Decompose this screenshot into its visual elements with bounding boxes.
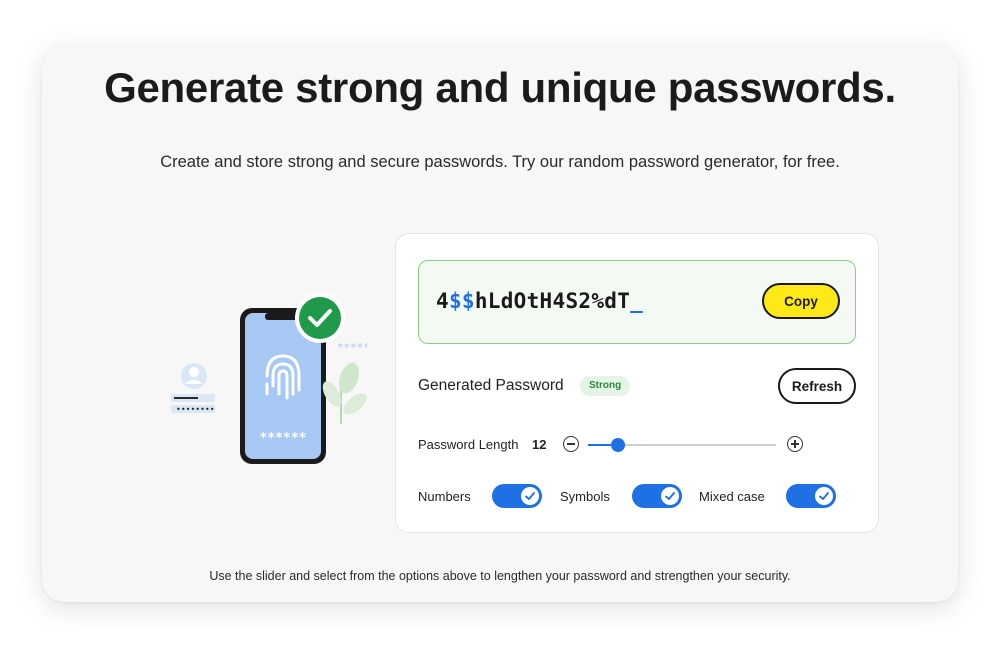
toggle-knob <box>815 487 833 505</box>
generated-password-label: Generated Password <box>418 377 564 394</box>
check-icon <box>525 492 535 500</box>
symbols-toggle[interactable] <box>632 484 682 508</box>
footer-hint: Use the slider and select from the optio… <box>209 569 791 583</box>
phone-masked-password: ****** <box>260 431 307 446</box>
password-length-label: Password Length <box>418 437 519 452</box>
page-title: Generate strong and unique passwords. <box>104 64 896 111</box>
password-part: 4 <box>436 289 449 313</box>
plant-icon <box>322 362 367 424</box>
user-login-icon: •••••••• <box>171 363 215 414</box>
strength-badge: Strong <box>580 376 631 396</box>
numbers-toggle[interactable] <box>492 484 542 508</box>
svg-text:••••••••: •••••••• <box>176 405 215 414</box>
mixed-case-toggle[interactable] <box>786 484 836 508</box>
generated-password-text[interactable]: 4$$hLdOtH4S2%dT_ <box>436 289 643 313</box>
mixed-case-option-label: Mixed case <box>699 489 765 504</box>
length-slider-thumb[interactable] <box>611 438 626 452</box>
password-symbols: $$ <box>448 289 475 313</box>
refresh-button[interactable]: Refresh <box>778 368 856 404</box>
check-icon <box>665 492 675 500</box>
increase-length-button[interactable] <box>787 436 803 452</box>
generator-card: Generate strong and unique passwords. Cr… <box>42 46 958 602</box>
copy-button[interactable]: Copy <box>762 283 840 319</box>
side-masked-password: ***** <box>337 341 367 354</box>
text-cursor: _ <box>630 289 644 313</box>
verified-check-icon <box>295 294 345 343</box>
password-part: hLdOtH4S2%dT <box>474 289 631 313</box>
password-generator-panel: 4$$hLdOtH4S2%dT_ Copy Generated Password… <box>395 233 879 533</box>
decrease-length-button[interactable] <box>563 436 579 452</box>
page-subtitle: Create and store strong and secure passw… <box>160 153 840 171</box>
length-slider[interactable] <box>588 438 776 452</box>
toggle-knob <box>521 487 539 505</box>
toggle-knob <box>661 487 679 505</box>
password-display-box: 4$$hLdOtH4S2%dT_ Copy <box>418 260 856 344</box>
phone-fingerprint-illustration: •••••••• ****** ***** <box>171 294 367 464</box>
password-length-value: 12 <box>532 437 547 452</box>
symbols-option-label: Symbols <box>560 489 610 504</box>
numbers-option-label: Numbers <box>418 489 471 504</box>
check-icon <box>819 492 829 500</box>
